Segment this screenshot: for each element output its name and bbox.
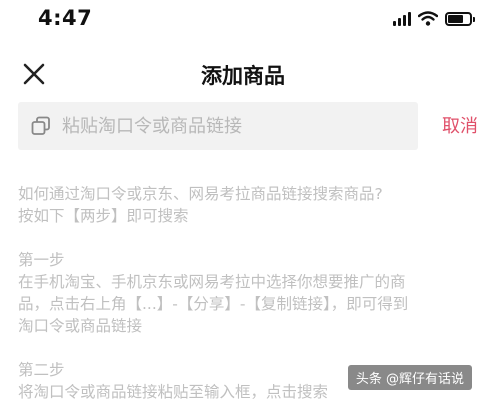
cancel-button[interactable]: 取消 — [442, 112, 478, 138]
watermark: 头条 @辉仔有话说 — [347, 365, 472, 390]
step1-line: 在手机淘宝、手机京东或网易考拉中选择你想要推广的商 — [18, 273, 406, 291]
step1-line: 品，点击右上角【...】-【分享】-【复制链接】，即可得到 — [18, 295, 409, 313]
status-time: 4:47 — [38, 6, 93, 30]
copy-icon — [31, 116, 50, 135]
step1-title: 第一步 — [18, 251, 65, 269]
page-title: 添加商品 — [201, 64, 285, 88]
signal-icon — [393, 11, 411, 26]
wifi-icon — [418, 11, 438, 26]
help-hint: 按如下【两步】即可搜索 — [18, 207, 189, 225]
battery-icon — [445, 11, 475, 26]
help-question: 如何通过淘口令或京东、网易考拉商品链接搜索商品? — [18, 185, 383, 203]
status-icons — [393, 11, 475, 26]
status-bar: 4:47 — [0, 0, 486, 44]
search-input[interactable] — [62, 111, 412, 141]
search-row: 取消 — [18, 102, 478, 150]
search-box[interactable] — [18, 102, 418, 150]
nav-bar: 添加商品 — [0, 50, 486, 96]
step1-line: 淘口令或商品链接 — [18, 317, 143, 335]
